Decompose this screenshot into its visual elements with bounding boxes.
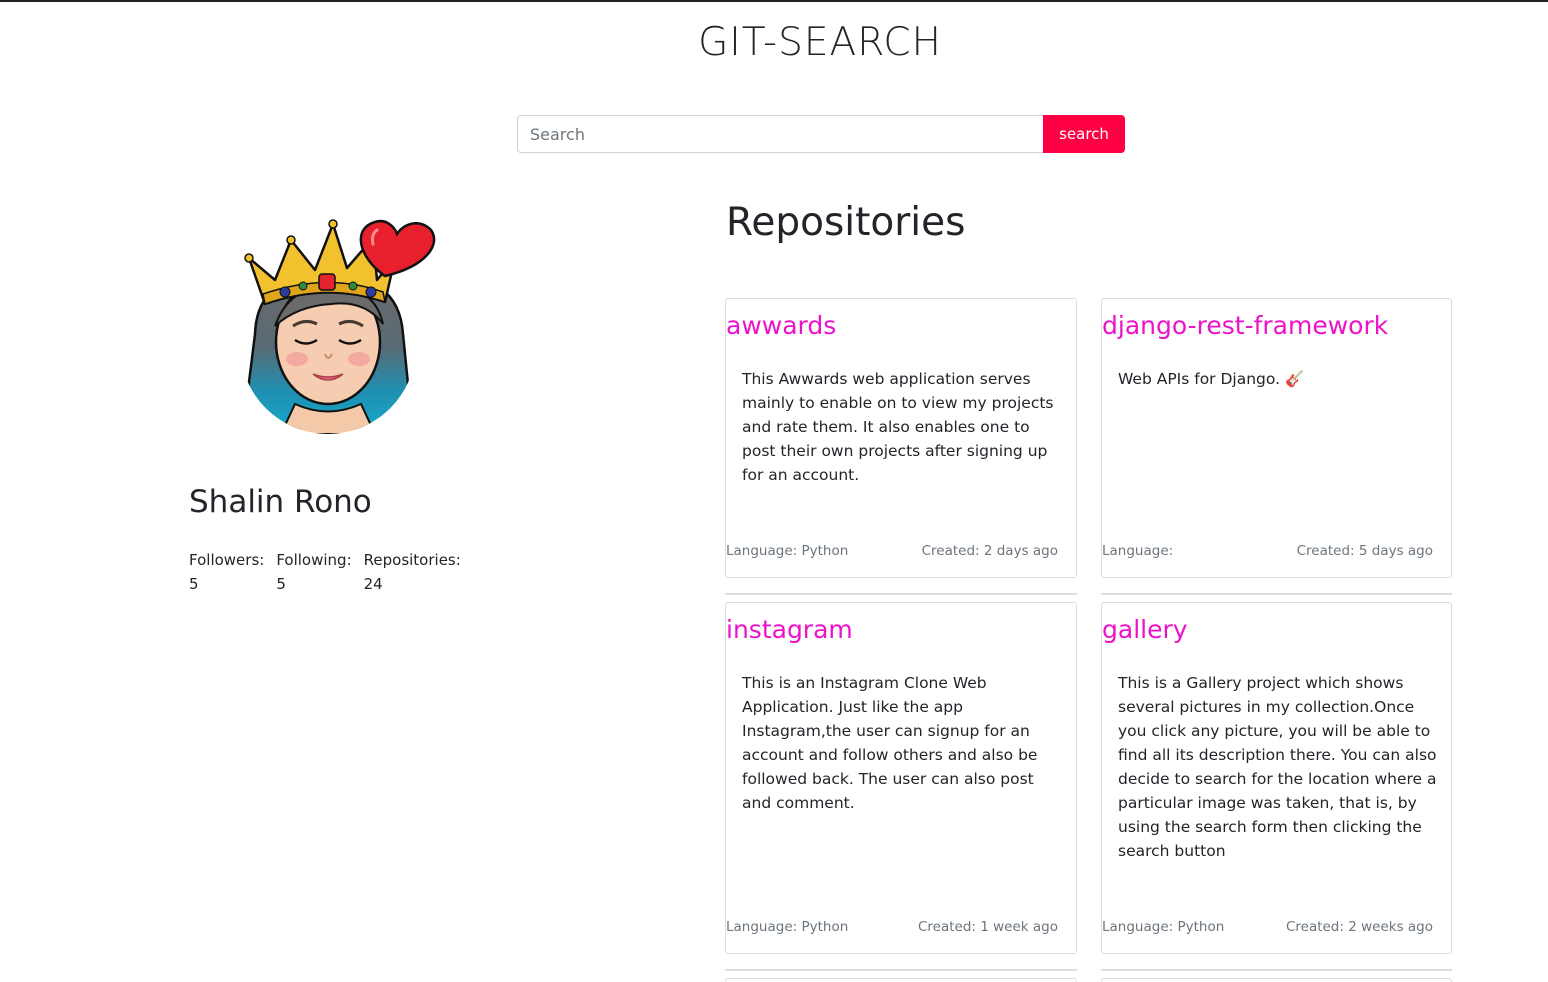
followers-label: Followers: — [189, 551, 265, 569]
repo-footer: Language: Python Created: 2 weeks ago — [1102, 919, 1433, 935]
row-divider — [725, 969, 1077, 971]
repo-description: Web APIs for Django. 🎸 — [1118, 370, 1305, 388]
repo-language: Language: Python — [726, 543, 849, 559]
repo-language: Language: Python — [1102, 919, 1225, 935]
repo-created: Created: 2 weeks ago — [1285, 919, 1433, 935]
repo-card: django-rest-framework Web APIs for Djang… — [1101, 298, 1452, 578]
search-form: search — [517, 115, 1125, 153]
repo-card: awwards This Awwards web application ser… — [725, 298, 1077, 578]
row-divider — [1101, 593, 1452, 595]
repo-description: This is an Instagram Clone Web Applicati… — [742, 674, 1038, 812]
repo-description: This is a Gallery project which shows se… — [1118, 674, 1437, 860]
repo-title-link[interactable]: django-rest-framework — [1102, 311, 1388, 340]
following-value: 5 — [276, 575, 286, 593]
repo-created: Created: 5 days ago — [1296, 543, 1433, 559]
repo-footer: Language: Python Created: 2 days ago — [726, 543, 1058, 559]
repo-language: Language: — [1102, 543, 1174, 559]
repo-title-link[interactable]: gallery — [1102, 615, 1188, 644]
row-divider — [1101, 969, 1452, 971]
repo-footer: Language: Created: 5 days ago — [1102, 543, 1433, 559]
repo-card: gallery This is a Gallery project which … — [1101, 602, 1452, 954]
search-button[interactable]: search — [1043, 115, 1125, 153]
repo-card: instagram This is an Instagram Clone Web… — [725, 602, 1077, 954]
repo-description: This Awwards web application serves main… — [742, 370, 1054, 484]
repo-title-link[interactable]: instagram — [726, 615, 853, 644]
followers-value: 5 — [189, 575, 199, 593]
repo-footer: Language: Python Created: 1 week ago — [726, 919, 1058, 935]
profile-name: Shalin Rono — [189, 484, 372, 520]
page: GIT-SEARCH search — [0, 0, 1548, 982]
repositories-heading: Repositories — [726, 200, 966, 245]
following-label: Following: — [276, 551, 352, 569]
app-title: GIT-SEARCH — [698, 20, 942, 65]
repo-title-link[interactable]: awwards — [726, 311, 836, 340]
repo-language: Language: Python — [726, 919, 849, 935]
followers-stat: Followers: 5 — [189, 548, 264, 596]
repo-created: Created: 1 week ago — [917, 919, 1058, 935]
repositories-stat: Repositories: 24 — [364, 548, 461, 596]
search-input[interactable] — [517, 115, 1043, 153]
repositories-value: 24 — [363, 575, 383, 593]
repo-created: Created: 2 days ago — [921, 543, 1058, 559]
repo-card-partial — [1101, 978, 1452, 982]
profile-stats: Followers: 5 Following: 5 Repositories: … — [189, 548, 473, 596]
avatar — [243, 219, 436, 434]
row-divider — [725, 593, 1077, 595]
repo-card-partial — [725, 978, 1077, 982]
following-stat: Following: 5 — [276, 548, 351, 596]
repositories-label: Repositories: — [363, 551, 461, 569]
